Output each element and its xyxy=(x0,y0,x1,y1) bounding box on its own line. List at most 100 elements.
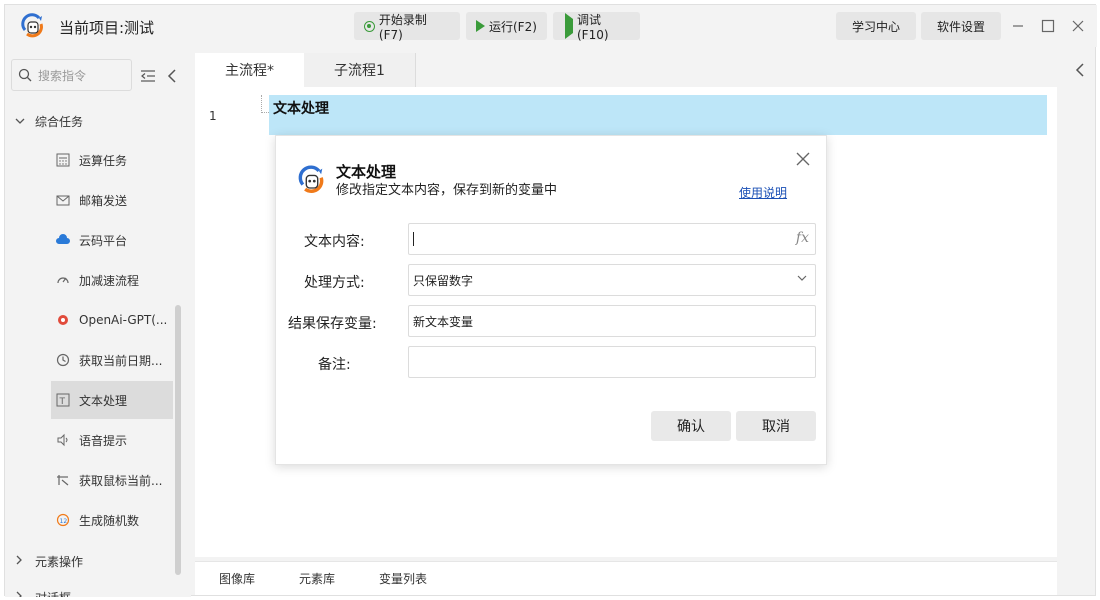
sidebar-item-speed-flow[interactable]: 加减速流程 xyxy=(51,261,173,299)
cloud-icon xyxy=(55,232,71,248)
app-logo-icon xyxy=(21,13,43,38)
learning-center-label: 学习中心 xyxy=(851,19,900,34)
flow-step-label: 文本处理 xyxy=(273,101,329,117)
sidebar: 搜索指令 综合任务 运算任务 邮箱发送 云码平台 加减速流程 OpenAi-GP… xyxy=(5,47,191,597)
tab-main-flow[interactable]: 主流程* xyxy=(195,53,304,87)
debug-icon xyxy=(563,13,573,39)
process-method-select[interactable]: 只保留数字 xyxy=(408,264,816,296)
note-input[interactable] xyxy=(408,346,816,378)
cancel-button[interactable]: 取消 xyxy=(736,411,816,441)
sidebar-item-label: 语音提示 xyxy=(79,433,128,448)
chevron-right-icon xyxy=(15,591,29,597)
software-settings-button[interactable]: 软件设置 xyxy=(921,12,1001,40)
record-button[interactable]: 开始录制(F7) xyxy=(354,12,460,42)
tab-image-library[interactable]: 图像库 xyxy=(219,570,255,587)
collapse-list-icon[interactable] xyxy=(139,67,157,85)
debug-label: 调试(F10) xyxy=(577,12,609,42)
software-settings-label: 软件设置 xyxy=(936,19,985,34)
openai-icon xyxy=(55,312,71,328)
play-icon xyxy=(476,20,485,32)
close-icon[interactable] xyxy=(794,152,812,170)
close-window-icon[interactable] xyxy=(1067,15,1089,37)
group-label: 对话框 xyxy=(35,589,71,597)
clock-icon xyxy=(55,352,71,368)
process-method-value: 只保留数字 xyxy=(413,273,474,288)
svg-text:12: 12 xyxy=(60,518,68,525)
tab-sub-flow-1[interactable]: 子流程1 xyxy=(304,53,416,87)
search-icon xyxy=(18,68,32,82)
sidebar-item-email-send[interactable]: 邮箱发送 xyxy=(51,181,173,219)
formula-icon[interactable]: fx xyxy=(796,230,809,246)
record-label: 开始录制(F7) xyxy=(378,12,427,42)
result-variable-label: 结果保存变量: xyxy=(288,316,377,332)
debug-button[interactable]: 调试(F10) xyxy=(553,12,640,42)
text-content-input[interactable]: fx xyxy=(408,223,816,255)
tab-label: 主流程* xyxy=(225,63,274,79)
sidebar-item-label: 邮箱发送 xyxy=(79,193,128,208)
group-element-operations[interactable]: 元素操作 xyxy=(15,553,83,570)
sidebar-item-label: OpenAi-GPT(... xyxy=(79,313,168,327)
run-button[interactable]: 运行(F2) xyxy=(466,12,547,40)
maximize-icon[interactable] xyxy=(1037,15,1059,37)
confirm-button[interactable]: 确认 xyxy=(651,411,731,441)
text-icon: T xyxy=(55,392,71,408)
expand-right-panel-icon[interactable] xyxy=(1075,63,1085,81)
chevron-down-icon xyxy=(797,274,807,285)
sidebar-item-get-mouse[interactable]: 获取鼠标当前... xyxy=(51,461,173,499)
sidebar-item-label: 加减速流程 xyxy=(79,273,140,288)
bottom-tab-bar: 图像库 元素库 变量列表 xyxy=(195,561,1057,595)
text-cursor xyxy=(413,232,414,246)
learning-center-button[interactable]: 学习中心 xyxy=(836,12,916,40)
group-dialog-box[interactable]: 对话框 xyxy=(15,589,71,597)
tab-variable-list[interactable]: 变量列表 xyxy=(379,570,427,587)
result-variable-input[interactable]: 新文本变量 xyxy=(408,305,816,337)
random-icon: 12 xyxy=(55,512,71,528)
sidebar-item-label: 获取鼠标当前... xyxy=(79,473,163,488)
tab-element-library[interactable]: 元素库 xyxy=(299,570,335,587)
collapse-sidebar-icon[interactable] xyxy=(163,67,181,85)
speaker-icon xyxy=(55,432,71,448)
line-guide xyxy=(261,95,269,113)
mail-icon xyxy=(55,192,71,208)
window-title: 当前项目:测试 xyxy=(59,19,155,37)
help-link[interactable]: 使用说明 xyxy=(739,184,787,201)
title-bar: 当前项目:测试 开始录制(F7) 运行(F2) 调试(F10) 学习中心 软件设… xyxy=(5,5,1097,47)
sidebar-item-cloud-code[interactable]: 云码平台 xyxy=(51,221,173,259)
line-number: 1 xyxy=(209,109,217,123)
search-placeholder: 搜索指令 xyxy=(38,68,87,83)
minimize-icon[interactable] xyxy=(1007,15,1029,37)
calculator-icon xyxy=(55,152,71,168)
sidebar-item-label: 获取当前日期... xyxy=(79,353,163,368)
tab-label: 子流程1 xyxy=(334,63,385,79)
command-search-input[interactable]: 搜索指令 xyxy=(11,59,132,91)
sidebar-item-text-process[interactable]: T 文本处理 xyxy=(51,381,173,419)
text-content-label: 文本内容: xyxy=(304,234,365,250)
sidebar-item-label: 运算任务 xyxy=(79,153,128,168)
record-icon xyxy=(364,20,375,32)
sidebar-scrollbar[interactable] xyxy=(175,305,181,575)
group-label: 综合任务 xyxy=(35,115,84,129)
run-label: 运行(F2) xyxy=(489,19,537,34)
app-logo-icon xyxy=(298,165,324,193)
dialog-subtitle: 修改指定文本内容，保存到新的变量中 xyxy=(336,183,558,198)
result-variable-value: 新文本变量 xyxy=(413,314,474,329)
text-process-dialog: 文本处理 修改指定文本内容，保存到新的变量中 使用说明 文本内容: fx 处理方… xyxy=(275,135,827,465)
sidebar-item-get-date[interactable]: 获取当前日期... xyxy=(51,341,173,379)
sidebar-item-openai-gpt[interactable]: OpenAi-GPT(... xyxy=(51,301,173,339)
right-panel xyxy=(1065,47,1095,595)
sidebar-item-label: 生成随机数 xyxy=(79,513,140,528)
process-method-label: 处理方式: xyxy=(304,275,365,291)
sidebar-item-label: 云码平台 xyxy=(79,233,128,248)
sidebar-item-random-number[interactable]: 12 生成随机数 xyxy=(51,501,173,539)
sidebar-item-label: 文本处理 xyxy=(79,393,128,408)
flow-step-row[interactable]: 文本处理 xyxy=(269,95,1047,135)
svg-text:T: T xyxy=(59,397,66,407)
sidebar-item-calc-task[interactable]: 运算任务 xyxy=(51,141,173,179)
confirm-label: 确认 xyxy=(677,419,705,435)
cancel-label: 取消 xyxy=(762,419,790,435)
chevron-right-icon xyxy=(15,555,29,568)
flow-tabs: 主流程* 子流程1 xyxy=(195,53,416,87)
sidebar-item-voice-prompt[interactable]: 语音提示 xyxy=(51,421,173,459)
chevron-down-icon xyxy=(15,115,29,128)
group-comprehensive-tasks[interactable]: 综合任务 xyxy=(15,113,83,130)
